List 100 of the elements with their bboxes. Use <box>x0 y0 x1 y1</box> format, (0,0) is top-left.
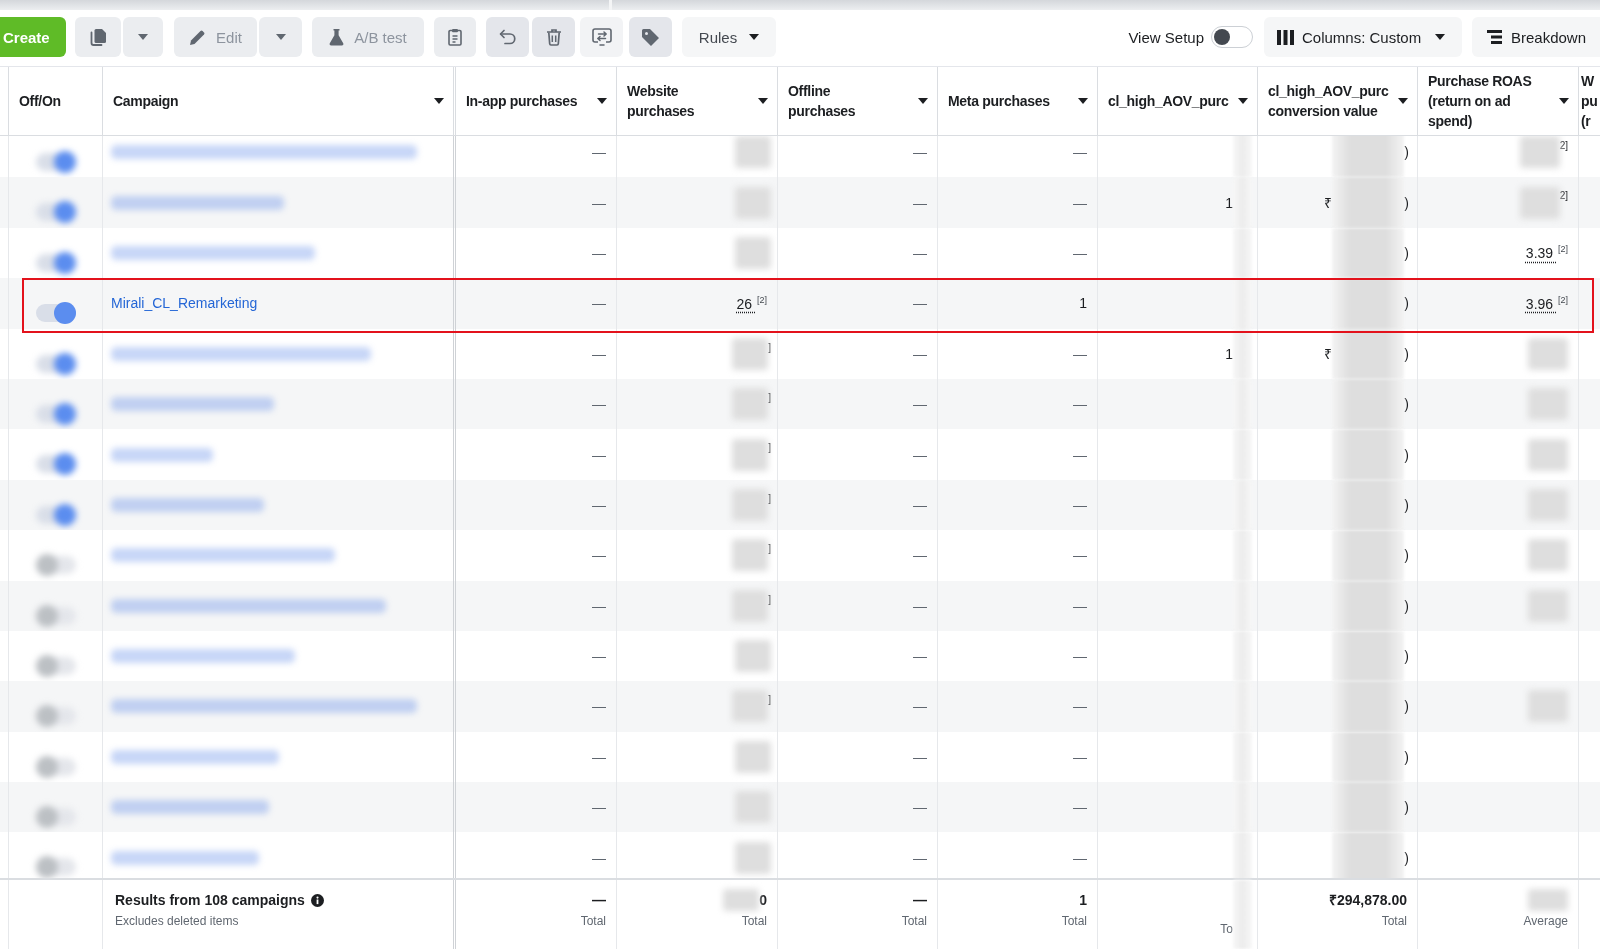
swap-button[interactable] <box>580 17 623 57</box>
table-cell: — <box>778 530 938 581</box>
on-off-toggle[interactable] <box>36 251 76 274</box>
blurred-text <box>1519 186 1560 219</box>
table-cell: — <box>456 328 617 379</box>
on-off-toggle[interactable] <box>36 856 76 878</box>
columns-button[interactable]: Columns: Custom <box>1264 17 1462 57</box>
on-off-toggle[interactable] <box>36 302 76 325</box>
caret-icon <box>138 34 148 40</box>
blurred-text <box>1519 136 1560 169</box>
partial-text: ] <box>768 341 771 353</box>
table-cell: — <box>938 580 1098 631</box>
partial-text: ) <box>1404 748 1409 765</box>
on-off-toggle[interactable] <box>36 352 76 375</box>
blurred-text <box>1528 539 1568 572</box>
blurred-text <box>1528 438 1568 471</box>
column-header[interactable]: Off/On <box>19 91 61 111</box>
on-off-toggle[interactable] <box>36 604 76 627</box>
tag-button[interactable] <box>629 17 672 57</box>
caret-icon[interactable] <box>758 98 768 104</box>
caret-icon <box>1435 34 1446 40</box>
table-cell: — <box>778 681 938 732</box>
column-header[interactable]: W pu (r <box>1581 71 1598 131</box>
breakdown-button[interactable]: Breakdown <box>1472 17 1600 57</box>
column-header[interactable]: cl_high_AOV_purc <box>1108 91 1229 111</box>
partial-text: ) <box>1404 698 1409 715</box>
on-off-toggle[interactable] <box>36 453 76 476</box>
info-icon[interactable] <box>310 893 324 907</box>
blurred-text <box>1233 136 1252 178</box>
column-header[interactable]: Offline purchases <box>788 81 888 121</box>
partial-text: ) <box>1404 547 1409 564</box>
blurred-text <box>1528 889 1568 911</box>
total-value: — <box>592 891 606 909</box>
flask-icon <box>329 28 345 46</box>
breakdown-icon <box>1487 30 1502 44</box>
on-off-toggle[interactable] <box>36 755 76 778</box>
caret-icon[interactable] <box>1559 98 1569 104</box>
on-off-toggle[interactable] <box>36 806 76 829</box>
column-header[interactable]: In-app purchases <box>466 91 578 111</box>
total-label: Total <box>580 913 606 930</box>
caret-icon[interactable] <box>1238 98 1248 104</box>
blurred-text <box>1233 227 1252 279</box>
blurred-text <box>735 841 771 874</box>
duplicate-button[interactable] <box>75 17 121 57</box>
table-cell: 1 <box>938 278 1098 329</box>
column-header[interactable]: Campaign <box>113 91 179 111</box>
on-off-toggle[interactable] <box>36 151 76 173</box>
caret-icon[interactable] <box>918 98 928 104</box>
caret-icon <box>275 34 286 40</box>
clipboard-icon <box>448 28 462 46</box>
table-cell: — <box>778 227 938 279</box>
total-label: Total <box>1061 913 1087 930</box>
view-setup-toggle[interactable] <box>1211 26 1253 48</box>
columns-icon <box>1277 29 1294 45</box>
caret-icon[interactable] <box>1078 98 1088 104</box>
on-off-toggle[interactable] <box>36 554 76 577</box>
partial-text: 1 <box>1225 194 1233 211</box>
column-header[interactable]: Purchase ROAS (return on ad spend) <box>1428 71 1540 131</box>
delete-button[interactable] <box>532 17 575 57</box>
rules-button[interactable]: Rules <box>682 17 776 57</box>
partial-text: ) <box>1404 295 1409 312</box>
tag-icon <box>641 27 660 47</box>
partial-text: ) <box>1404 597 1409 614</box>
campaign-link[interactable]: Mirali_CL_Remarketing <box>111 295 258 312</box>
blurred-text <box>732 488 769 521</box>
table-cell: — <box>938 177 1098 228</box>
partial-text: ) <box>1404 849 1409 866</box>
table-cell: 26 $^{[2]}$ <box>617 278 778 329</box>
table-cell: — <box>456 429 617 480</box>
on-off-toggle[interactable] <box>36 503 76 526</box>
copy-icon <box>89 28 107 46</box>
table-cell: 3.39 $^{[2]}$ <box>1418 227 1579 279</box>
table-cell: — <box>456 278 617 329</box>
partial-text: ] <box>768 442 771 454</box>
on-off-toggle[interactable] <box>36 402 76 425</box>
blurred-text <box>732 337 769 370</box>
undo-icon <box>499 29 516 45</box>
partial-text: ) <box>1404 648 1409 665</box>
partial-text: ] <box>768 543 771 555</box>
caret-icon[interactable] <box>1398 98 1408 104</box>
table-cell: — <box>778 429 938 480</box>
table-cell: 3.96 $^{[2]}$ <box>1418 278 1579 329</box>
blurred-text <box>723 889 760 911</box>
column-header[interactable]: cl_high_AOV_purc conversion value <box>1268 81 1396 121</box>
on-off-toggle[interactable] <box>36 654 76 677</box>
total-label: To <box>1220 921 1233 938</box>
undo-button[interactable] <box>486 17 529 57</box>
caret-icon[interactable] <box>434 98 444 104</box>
caret-icon[interactable] <box>597 98 607 104</box>
column-header[interactable]: Meta purchases <box>948 91 1050 111</box>
column-header[interactable]: Website purchases <box>627 81 732 121</box>
total-value: — <box>913 891 927 909</box>
on-off-toggle[interactable] <box>36 201 76 224</box>
table-cell: — <box>938 530 1098 581</box>
on-off-toggle[interactable] <box>36 705 76 728</box>
partial-text: ) <box>1404 799 1409 816</box>
pencil-icon <box>189 28 207 46</box>
blurred-text <box>1233 832 1252 878</box>
blurred-text <box>732 589 769 622</box>
paste-button[interactable] <box>434 17 476 57</box>
